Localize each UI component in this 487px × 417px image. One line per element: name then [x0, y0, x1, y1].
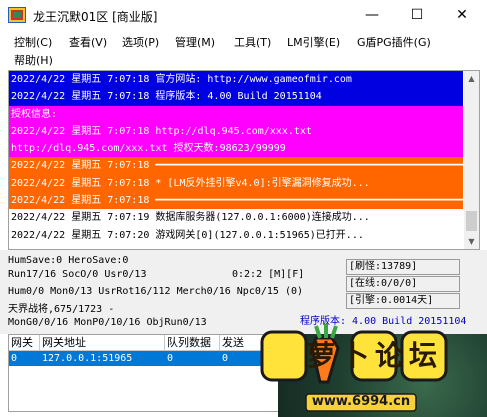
menu-bar: 控制(C) 查看(V) 选项(P) 管理(M) 工具(T) LM引擎(E) G盾… [0, 31, 487, 69]
log-lines: 2022/4/22 星期五 7:07:18 官方网站: http://www.g… [9, 71, 463, 244]
status-time: 0:2:2 [M][F] [232, 269, 305, 280]
window-title: 龙王沉默01区 [商业版] [33, 10, 158, 24]
cell-address: 127.0.0.1:51965 [42, 353, 133, 364]
minimize-button[interactable]: — [349, 0, 395, 31]
status-monster: 天界战将,675/1723 - [8, 304, 115, 315]
scroll-thumb[interactable] [466, 211, 477, 231]
cell-gate: 0 [11, 353, 18, 364]
menu-control[interactable]: 控制(C) [14, 34, 52, 50]
menu-options[interactable]: 选项(P) [122, 34, 159, 50]
watermark-url: www.6994.cn [311, 394, 411, 409]
log-line: 2022/4/22 星期五 7:07:19 数据库服务器(127.0.0.1:6… [9, 209, 463, 227]
minimize-icon: — [365, 7, 379, 23]
menu-manage[interactable]: 管理(M) [175, 34, 215, 50]
cell-queue: 0 [167, 353, 174, 364]
log-line: http://dlq.945.com/xxx.txt 授权天数:98623/99… [9, 140, 463, 158]
maximize-button[interactable]: ☐ [394, 0, 440, 31]
title-bar: 龙王沉默01区 [商业版] — ☐ ✕ [0, 0, 487, 31]
menu-help[interactable]: 帮助(H) [14, 52, 53, 68]
log-line: 2022/4/22 星期五 7:07:18 http://dlq.945.com… [9, 122, 463, 141]
menu-lm-engine[interactable]: LM引擎(E) [287, 34, 340, 50]
log-line: 2022/4/22 星期五 7:07:18 程序版本: 4.00 Build 2… [9, 88, 463, 106]
col-header-queue[interactable]: 队列数据 [165, 335, 220, 351]
status-mon-gen: MonG0/0/16 MonP0/10/16 ObjRun0/13 [8, 317, 207, 328]
log-line: 2022/4/22 星期五 7:07:18 * [LM反外挂引擎v4.0]:引擎… [9, 174, 463, 193]
log-line: 2022/4/22 星期五 7:07:18 官方网站: http://www.g… [9, 71, 463, 89]
log-scrollbar[interactable]: ▲ ▼ [464, 71, 479, 249]
menu-tools[interactable]: 工具(T) [234, 34, 271, 50]
watermark-title: 萝卜论坛 [306, 339, 443, 372]
spawn-counter: [刷怪:13789] [346, 259, 460, 275]
app-icon [8, 7, 26, 23]
online-counter: [在线:0/0/0] [346, 276, 460, 292]
maximize-icon: ☐ [410, 7, 424, 23]
status-objects: Hum0/0 Mon0/13 UsrRot16/112 Merch0/16 Np… [8, 286, 304, 297]
engine-counter: [引擎:0.0014天] [346, 293, 460, 309]
log-line: 2022/4/22 星期五 7:07:18 ━━━━━━━━━━━━━━━━━━… [9, 157, 463, 175]
col-header-gate[interactable]: 网关 [9, 335, 40, 351]
log-panel[interactable]: 2022/4/22 星期五 7:07:18 官方网站: http://www.g… [8, 70, 480, 250]
scroll-down-icon[interactable]: ▼ [464, 234, 479, 249]
status-save: HumSave:0 HeroSave:0 [8, 255, 129, 266]
log-line: 2022/4/22 星期五 7:07:20 游戏网关[0](127.0.0.1:… [9, 226, 463, 244]
close-button[interactable]: ✕ [439, 0, 485, 31]
log-line: 授权信息: [9, 105, 463, 123]
status-run: Run17/16 SocO/0 Usr0/13 [8, 269, 147, 280]
scroll-up-icon[interactable]: ▲ [464, 71, 479, 86]
col-header-address[interactable]: 网关地址 [40, 335, 165, 351]
log-line: 2022/4/22 星期五 7:07:18 ━━━━━━━━━━━━━━━━━━… [9, 192, 463, 210]
close-icon: ✕ [456, 7, 468, 23]
menu-view[interactable]: 查看(V) [69, 34, 107, 50]
menu-gdun-plugin[interactable]: G盾PG插件(G) [357, 34, 431, 50]
